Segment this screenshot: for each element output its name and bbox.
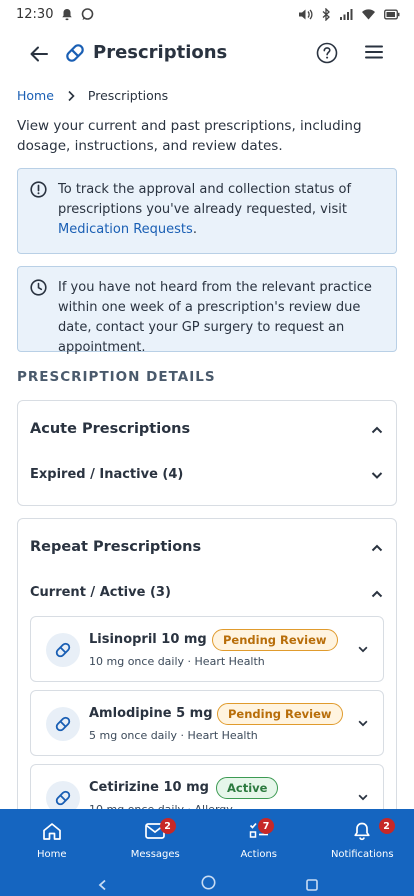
nav-badge: 7 [258, 818, 274, 834]
menu-button[interactable] [364, 44, 384, 64]
status-time: 12:30 [16, 6, 54, 22]
chevron-down-icon[interactable] [357, 791, 369, 803]
pill-icon [64, 42, 86, 68]
chevron-down-icon[interactable] [357, 643, 369, 655]
prescription-name: Lisinopril 10 mg [89, 632, 207, 647]
signal-icon [339, 8, 353, 20]
acute-prescriptions-card: Acute Prescriptions Expired / Inactive (… [17, 400, 397, 506]
prescription-name: Amlodipine 5 mg [89, 706, 213, 721]
pill-icon [46, 707, 80, 741]
nav-home[interactable]: Home [0, 809, 104, 867]
circle-icon [201, 875, 216, 890]
acute-title[interactable]: Acute Prescriptions [30, 421, 190, 437]
bottom-nav: Home Messages 2 Actions 7 Notifications … [0, 809, 414, 867]
breadcrumb: Home Prescriptions [17, 88, 168, 103]
repeat-title[interactable]: Repeat Prescriptions [30, 539, 201, 555]
notification-bell-icon [61, 8, 73, 21]
system-nav-bar [0, 867, 414, 896]
info-text-period: . [192, 222, 197, 237]
chevron-up-icon[interactable] [370, 423, 384, 437]
status-bar: 12:30 [0, 0, 414, 28]
nav-label: Home [36, 849, 67, 860]
prescription-meta: 5 mg once daily · Heart Health [89, 729, 258, 742]
chevron-left-icon [98, 879, 106, 891]
battery-icon [384, 9, 400, 20]
status-badge: Pending Review [217, 703, 343, 725]
breadcrumb-current: Prescriptions [87, 88, 169, 103]
home-icon [42, 821, 62, 841]
prescription-item[interactable]: Lisinopril 10 mg Pending Review 10 mg on… [30, 616, 384, 682]
nav-notifications[interactable]: Notifications 2 [311, 809, 414, 867]
medication-requests-link[interactable]: Medication Requests [58, 222, 193, 237]
system-recents-button[interactable] [306, 876, 318, 895]
bell-icon [353, 821, 371, 841]
wifi-icon [361, 8, 376, 20]
expired-inactive-toggle[interactable]: Expired / Inactive (4) [30, 467, 183, 482]
prescription-name: Cetirizine 10 mg [89, 780, 209, 795]
nav-actions[interactable]: Actions 7 [207, 809, 311, 867]
arrow-left-icon [30, 46, 48, 62]
chevron-down-icon[interactable] [357, 717, 369, 729]
nav-messages[interactable]: Messages 2 [104, 809, 208, 867]
info-text-requests: To track the approval and collection sta… [58, 182, 352, 217]
nav-badge: 2 [378, 818, 395, 834]
alert-circle-icon [30, 181, 47, 205]
breadcrumb-home-link[interactable]: Home [17, 88, 54, 103]
square-icon [306, 879, 318, 891]
prescription-item[interactable]: Amlodipine 5 mg Pending Review 5 mg once… [30, 690, 384, 756]
current-active-toggle[interactable]: Current / Active (3) [30, 585, 171, 600]
bluetooth-icon [321, 7, 331, 21]
help-button[interactable] [316, 42, 338, 68]
prescription-meta: 10 mg once daily · Heart Health [89, 655, 265, 668]
nav-label: Messages [130, 849, 180, 860]
info-box-requests: To track the approval and collection sta… [17, 168, 397, 254]
system-home-button[interactable] [201, 875, 216, 894]
chevron-up-icon[interactable] [370, 587, 384, 601]
nav-label: Notifications [330, 849, 394, 860]
repeat-prescriptions-card: Repeat Prescriptions Current / Active (3… [17, 518, 397, 848]
system-back-button[interactable] [97, 876, 109, 895]
hamburger-icon [365, 45, 383, 59]
app-bar: Prescriptions [0, 30, 414, 78]
intro-text: View your current and past prescriptions… [17, 118, 362, 154]
status-badge: Pending Review [212, 629, 338, 651]
volume-icon [298, 8, 313, 21]
back-button[interactable] [26, 42, 52, 66]
page-title: Prescriptions [93, 42, 228, 63]
chevron-down-icon[interactable] [370, 468, 384, 482]
pill-icon [46, 633, 80, 667]
section-heading: PRESCRIPTION DETAILS [17, 369, 216, 385]
nav-badge: 2 [159, 818, 176, 834]
chat-icon [81, 7, 94, 21]
info-box-review: If you have not heard from the relevant … [17, 266, 397, 355]
status-badge: Active [216, 777, 279, 799]
chevron-right-icon [68, 90, 75, 101]
info-text-review: If you have not heard from the relevant … [58, 280, 372, 355]
chevron-up-icon[interactable] [370, 541, 384, 555]
nav-label: Actions [240, 849, 278, 860]
clock-icon [30, 279, 47, 303]
help-icon [316, 42, 338, 64]
